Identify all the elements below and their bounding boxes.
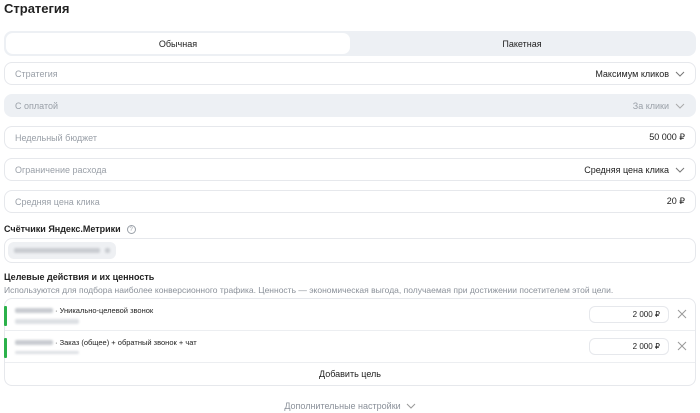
tab-regular[interactable]: Обычная [6, 33, 350, 54]
goal-active-indicator [4, 338, 7, 358]
spend-limit-label: Ограничение расхода [15, 164, 107, 175]
goals-description: Используются для подбора наиболее конвер… [4, 285, 614, 295]
goal-row: · Уникально-целевой звонок 2 000 ₽ [4, 299, 695, 331]
payment-select: С оплатой За клики [4, 94, 696, 117]
goal-active-indicator [4, 306, 7, 326]
counter-chip[interactable] [8, 242, 116, 259]
counters-heading-text: Счётчики Яндекс.Метрики [4, 224, 121, 234]
add-goal-button[interactable]: Добавить цель [5, 363, 695, 385]
avg-cpc-input[interactable]: Средняя цена клика 20 ₽ [4, 190, 696, 213]
spend-limit-select[interactable]: Ограничение расхода Средняя цена клика [4, 158, 696, 181]
payment-label: С оплатой [15, 100, 58, 111]
goals-list: · Уникально-целевой звонок 2 000 ₽ · Зак… [4, 298, 696, 386]
strategy-label: Стратегия [15, 68, 58, 79]
goal-name: · Уникально-целевой звонок [55, 306, 154, 315]
chevron-down-icon [406, 403, 416, 409]
counters-heading: Счётчики Яндекс.Метрики? [4, 224, 136, 235]
goals-heading: Целевые действия и их ценность [4, 272, 155, 282]
goal-value-input[interactable]: 2 000 ₽ [589, 306, 669, 323]
counters-input[interactable] [4, 238, 696, 263]
more-settings-label: Дополнительные настройки [284, 401, 401, 411]
goal-name: · Заказ (общее) + обратный звонок + чат [55, 338, 197, 347]
more-settings-toggle[interactable]: Дополнительные настройки [0, 401, 700, 411]
avg-cpc-value: 20 ₽ [666, 196, 685, 206]
goal-value-input[interactable]: 2 000 ₽ [589, 338, 669, 355]
avg-cpc-label: Средняя цена клика [15, 196, 100, 207]
weekly-budget-input[interactable]: Недельный бюджет 50 000 ₽ [4, 126, 696, 149]
close-icon[interactable] [677, 341, 687, 351]
spend-limit-value: Средняя цена клика [584, 164, 669, 175]
strategy-value: Максимум кликов [595, 68, 669, 79]
payment-value: За клики [632, 100, 669, 111]
goal-row: · Заказ (общее) + обратный звонок + чат … [4, 331, 695, 363]
close-icon[interactable] [677, 309, 687, 319]
help-icon[interactable]: ? [126, 225, 136, 235]
strategy-select[interactable]: Стратегия Максимум кликов [4, 62, 696, 85]
chevron-down-icon [675, 71, 685, 77]
weekly-budget-value: 50 000 ₽ [649, 132, 685, 142]
strategy-type-tabs: Обычная Пакетная [4, 31, 696, 56]
chevron-down-icon [675, 167, 685, 173]
chevron-down-icon [675, 103, 685, 109]
tab-package[interactable]: Пакетная [350, 33, 694, 54]
page-title: Стратегия [4, 1, 70, 16]
weekly-budget-label: Недельный бюджет [15, 132, 97, 143]
